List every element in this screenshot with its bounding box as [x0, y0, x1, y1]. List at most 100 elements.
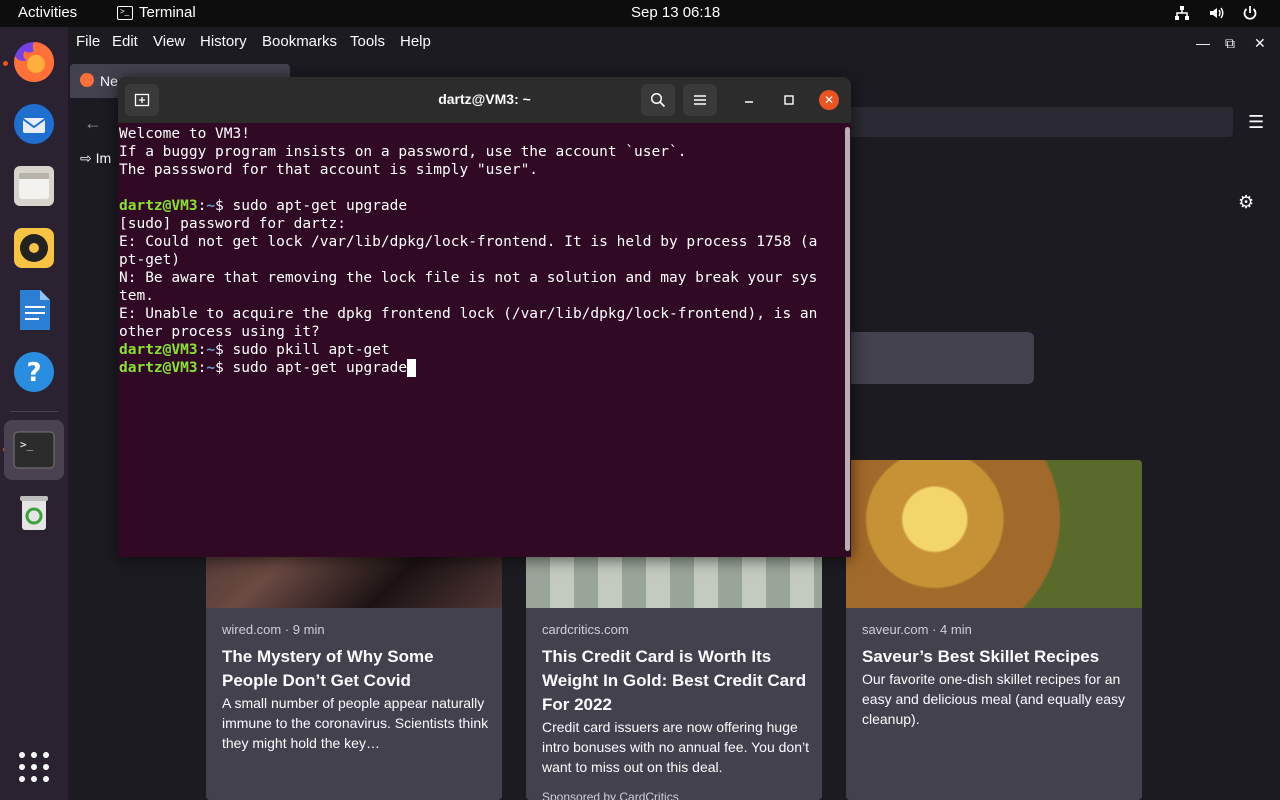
- dock: ? >_: [0, 27, 68, 800]
- activities-button[interactable]: Activities: [18, 4, 77, 21]
- story-source: wired.com · 9 min: [222, 622, 325, 637]
- close-button[interactable]: ✕: [819, 90, 839, 110]
- menu-help[interactable]: Help: [400, 33, 431, 50]
- prompt-command: sudo apt-get upgrade: [232, 360, 408, 376]
- import-icon: ⇨: [80, 150, 92, 166]
- prompt-user-host: dartz@VM3: [119, 198, 198, 214]
- minimize-icon[interactable]: —: [1196, 35, 1210, 51]
- clock[interactable]: Sep 13 06:18: [631, 4, 720, 21]
- menu-history[interactable]: History: [200, 33, 247, 50]
- story-title: This Credit Card is Worth Its Weight In …: [542, 647, 807, 714]
- network-icon[interactable]: [1174, 5, 1190, 21]
- minimize-button[interactable]: [732, 84, 766, 116]
- text-cursor: [407, 359, 417, 377]
- rhythmbox-icon: [14, 228, 54, 268]
- thunderbird-icon: [14, 104, 54, 144]
- writer-icon: [20, 290, 50, 330]
- dock-firefox[interactable]: [10, 38, 58, 86]
- grid-icon: [19, 752, 49, 782]
- sponsored-label: Sponsored by CardCritics: [542, 790, 679, 800]
- story-description: Our favorite one-dish skillet recipes fo…: [862, 671, 1126, 727]
- terminal-output-line: E: Could not get lock /var/lib/dpkg/lock…: [119, 234, 818, 250]
- close-icon: ✕: [823, 93, 835, 107]
- prompt-path: ~: [206, 198, 216, 214]
- tab-title: Ne: [100, 73, 118, 89]
- dock-files[interactable]: [10, 162, 58, 210]
- desktop: Activities >_ Terminal Sep 13 06:18 ? >_…: [0, 0, 1280, 800]
- hamburger-menu-icon[interactable]: ☰: [1248, 112, 1264, 133]
- terminal-output-line: If a buggy program insists on a password…: [119, 144, 687, 160]
- prompt-command: sudo apt-get upgrade: [232, 198, 408, 214]
- terminal-output-line: tem.: [119, 288, 154, 304]
- menu-edit[interactable]: Edit: [112, 33, 138, 50]
- import-label: Im: [95, 150, 112, 166]
- prompt-command: sudo pkill apt-get: [232, 342, 390, 358]
- dock-separator: [10, 411, 58, 412]
- menu-button[interactable]: [683, 84, 717, 116]
- menu-tools[interactable]: Tools: [350, 33, 385, 50]
- dock-help[interactable]: ?: [10, 348, 58, 396]
- terminal-prompt-line: dartz@VM3:~$ sudo pkill apt-get: [119, 342, 390, 358]
- prompt-path: ~: [206, 360, 216, 376]
- terminal-scrollbar[interactable]: [845, 127, 850, 551]
- story-description: Credit card issuers are now offering hug…: [542, 719, 809, 775]
- top-bar: Activities >_ Terminal Sep 13 06:18: [0, 0, 1280, 27]
- search-icon: [650, 92, 666, 108]
- svg-text:?: ?: [26, 358, 41, 388]
- newtab-search-box[interactable]: [828, 332, 1034, 384]
- app-name: Terminal: [139, 4, 196, 21]
- firefox-favicon-icon: [80, 73, 94, 87]
- menu-file[interactable]: File: [76, 33, 100, 50]
- terminal-headerbar[interactable]: dartz@VM3: ~ ✕: [118, 77, 851, 123]
- terminal-output-line: E: Unable to acquire the dpkg frontend l…: [119, 306, 818, 322]
- dock-writer[interactable]: [10, 286, 58, 334]
- story-title: Saveur’s Best Skillet Recipes: [862, 647, 1100, 666]
- terminal-output-line: other process using it?: [119, 324, 320, 340]
- story-source: saveur.com · 4 min: [862, 622, 972, 637]
- dock-trash[interactable]: [10, 488, 58, 536]
- maximize-button[interactable]: [772, 84, 806, 116]
- prompt-user-host: dartz@VM3: [119, 360, 198, 376]
- minimize-icon: [745, 101, 753, 103]
- story-description: A small number of people appear naturall…: [222, 695, 489, 751]
- dock-thunderbird[interactable]: [10, 100, 58, 148]
- terminal-icon: >_: [13, 431, 55, 469]
- terminal-prompt-line: dartz@VM3:~$ sudo apt-get upgrade: [119, 359, 841, 377]
- system-tray[interactable]: [1174, 5, 1258, 21]
- dock-terminal[interactable]: >_: [4, 420, 64, 480]
- story-title: The Mystery of Why Some People Don’t Get…: [222, 647, 434, 690]
- terminal-window[interactable]: dartz@VM3: ~ ✕ Welcome to VM3! If a buggy…: [118, 77, 851, 557]
- app-menu[interactable]: >_ Terminal: [117, 4, 196, 21]
- menu-bookmarks[interactable]: Bookmarks: [262, 33, 337, 50]
- story-source: cardcritics.com: [542, 622, 629, 637]
- running-indicator: [3, 61, 8, 66]
- back-icon[interactable]: ←: [84, 113, 102, 134]
- hamburger-icon: [694, 95, 706, 105]
- story-image: [846, 460, 1142, 608]
- svg-text:>_: >_: [20, 438, 34, 451]
- terminal-output[interactable]: Welcome to VM3! If a buggy program insist…: [119, 125, 841, 377]
- restore-icon[interactable]: ⧉: [1225, 35, 1235, 52]
- maximize-icon: [784, 95, 794, 105]
- terminal-output-line: The passsword for that account is simply…: [119, 162, 539, 178]
- volume-icon[interactable]: [1208, 5, 1224, 21]
- story-card[interactable]: saveur.com · 4 min Saveur’s Best Skillet…: [846, 460, 1142, 800]
- dock-rhythmbox[interactable]: [10, 224, 58, 272]
- terminal-output-line: Welcome to VM3!: [119, 126, 250, 142]
- search-button[interactable]: [641, 84, 675, 116]
- terminal-icon: >_: [117, 5, 133, 20]
- terminal-output-line: [sudo] password for dartz:: [119, 216, 346, 232]
- prompt-user-host: dartz@VM3: [119, 342, 198, 358]
- trash-icon: [20, 496, 48, 530]
- menu-view[interactable]: View: [153, 33, 185, 50]
- firefox-menubar: File Edit View History Bookmarks Tools H…: [68, 27, 1280, 61]
- power-icon[interactable]: [1242, 5, 1258, 21]
- import-bookmarks-button[interactable]: ⇨ Im: [80, 150, 111, 167]
- settings-gear-icon[interactable]: ⚙: [1238, 192, 1254, 213]
- terminal-output-line: N: Be aware that removing the lock file …: [119, 270, 818, 286]
- close-icon[interactable]: ✕: [1254, 35, 1266, 52]
- help-icon: ?: [14, 352, 54, 392]
- files-icon: [14, 166, 54, 206]
- show-applications-button[interactable]: [10, 743, 58, 791]
